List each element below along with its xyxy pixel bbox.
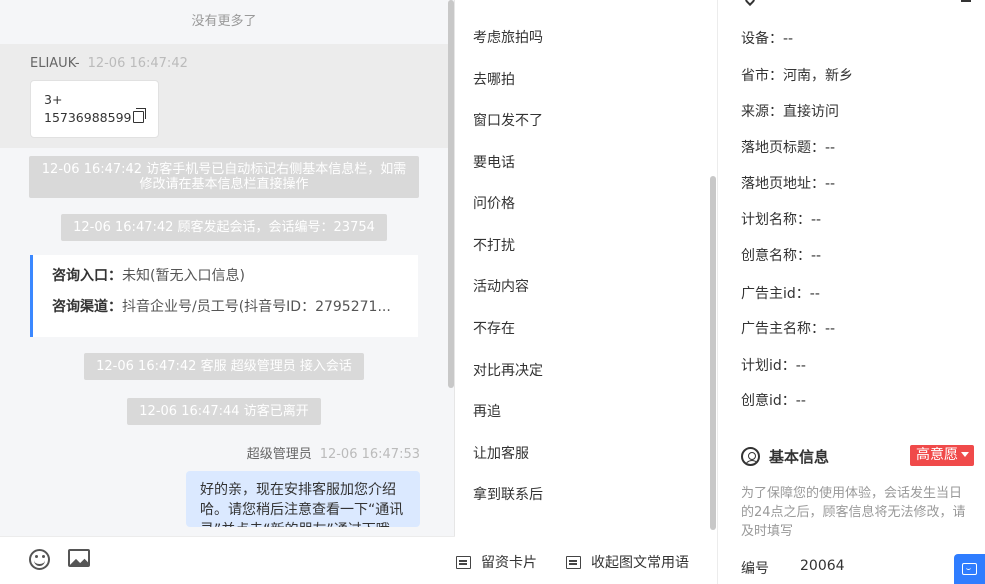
visitor-message-line1: 3+: [44, 92, 63, 107]
consult-channel-label: 咨询渠道：: [52, 299, 122, 315]
phrases-footer: 留资卡片 收起图文常用语: [455, 536, 718, 584]
info-label: 落地页标题：: [741, 140, 825, 156]
consult-entry-row: 咨询入口：未知(暂无入口信息): [52, 267, 398, 285]
visitor-message-bubble: 3+ 15736988599: [30, 80, 160, 138]
floating-chat-button[interactable]: [954, 554, 985, 584]
info-row-province: 省市：河南，新乡: [741, 65, 853, 85]
phrase-item[interactable]: 对比再决定: [473, 360, 543, 380]
lead-card-label: 留资卡片: [481, 555, 537, 571]
info-value: 直接访问: [783, 104, 839, 120]
chat-message-list[interactable]: 没有更多了 ELIAUK- 12-06 16:47:42 3+ 157369885…: [0, 0, 448, 536]
phrase-item[interactable]: 不存在: [473, 318, 515, 338]
chat-scrollbar-thumb[interactable]: [448, 0, 454, 388]
info-label: 落地页地址：: [741, 176, 825, 192]
phrase-item[interactable]: 要电话: [473, 152, 515, 172]
chat-scrollbar[interactable]: [448, 0, 455, 584]
phrase-item[interactable]: 活动内容: [473, 276, 529, 296]
info-label: 创意名称：: [741, 248, 811, 264]
basic-info-heading: 基本信息: [741, 446, 829, 467]
info-row-creative-name: 创意名称：--: [741, 245, 821, 265]
collapse-phrases-icon: [566, 556, 581, 569]
quick-phrases-panel: 考虑旅拍吗 去哪拍 窗口发不了 要电话 问价格 不打扰 活动内容 不存在 对比再…: [455, 0, 718, 584]
record-id-label: 编号: [741, 561, 769, 577]
image-icon[interactable]: [68, 549, 90, 567]
basic-info-title: 基本信息: [769, 448, 830, 466]
consult-entry-label: 咨询入口：: [52, 268, 122, 284]
info-row-plan-id: 计划id：--: [741, 355, 806, 375]
info-label: 广告主名称：: [741, 321, 825, 337]
collapse-icon[interactable]: [961, 0, 971, 2]
intent-level-dropdown[interactable]: 高意愿: [910, 445, 974, 466]
info-label: 计划名称：: [741, 212, 811, 228]
edit-deadline-hint: 为了保障您的使用体验，会话发生当日的24点之后，顾客信息将无法修改，请及时填写: [741, 486, 966, 539]
agent-message-bubble: 好的亲，现在安排客服加您介绍哈。请您稍后注意查看一下“通讯录”并点击“新的朋友”…: [186, 471, 420, 527]
system-message-phone-marked: 12-06 16:47:42 访客手机号已自动标记右侧基本信息栏，如需修改请在基…: [29, 156, 419, 198]
consult-channel-row: 咨询渠道：抖音企业号/员工号(抖音号ID：2795271...: [52, 298, 398, 316]
info-label: 来源：: [741, 104, 783, 120]
info-value: --: [811, 248, 822, 264]
intent-level-label: 高意愿: [916, 447, 958, 463]
collapse-phrases-button[interactable]: 收起图文常用语: [566, 552, 689, 572]
phrase-item[interactable]: 让加客服: [473, 443, 529, 463]
info-value: --: [783, 31, 794, 47]
info-label: 省市：: [741, 68, 783, 84]
lead-card-button[interactable]: 留资卡片: [456, 552, 537, 572]
info-row-plan-name: 计划名称：--: [741, 209, 821, 229]
info-value: --: [795, 393, 806, 409]
info-label: 创意id：: [741, 393, 796, 409]
visitor-message-meta: ELIAUK- 12-06 16:47:42: [30, 56, 418, 71]
info-value: --: [809, 286, 820, 302]
info-value: --: [825, 321, 836, 337]
system-message-visitor-left: 12-06 16:47:44 访客已离开: [127, 398, 321, 425]
caret-down-icon: [961, 452, 969, 457]
info-value: 河南，新乡: [783, 68, 853, 84]
info-value: --: [795, 358, 806, 374]
system-message-session-start: 12-06 16:47:42 顾客发起会话，会话编号：23754: [61, 214, 387, 241]
consult-info-card: 咨询入口：未知(暂无入口信息) 咨询渠道：抖音企业号/员工号(抖音号ID：279…: [30, 255, 418, 337]
lead-card-icon: [456, 556, 471, 569]
chat-panel: 没有更多了 ELIAUK- 12-06 16:47:42 3+ 157369885…: [0, 0, 455, 584]
copy-icon[interactable]: [133, 108, 147, 123]
location-icon: [742, 0, 758, 7]
info-row-landing-title: 落地页标题：--: [741, 137, 835, 157]
system-message-agent-join: 12-06 16:47:42 客服 超级管理员 接入会话: [84, 353, 364, 380]
phrase-item[interactable]: 考虑旅拍吗: [473, 27, 543, 47]
emoji-icon[interactable]: [29, 549, 50, 570]
info-row-landing-url: 落地页地址：--: [741, 173, 835, 193]
phrase-item[interactable]: 窗口发不了: [473, 110, 543, 130]
consult-channel-value: 抖音企业号/员工号(抖音号ID：2795271...: [122, 299, 391, 315]
phrase-item[interactable]: 去哪拍: [473, 69, 515, 89]
info-label: 计划id：: [741, 358, 796, 374]
visitor-message-time: 12-06 16:47:42: [87, 56, 188, 71]
info-value: --: [825, 140, 836, 156]
agent-name: 超级管理员: [246, 447, 312, 462]
phrase-item[interactable]: 拿到联系后: [473, 484, 543, 504]
info-row-source: 来源：直接访问: [741, 101, 839, 121]
visitor-message-phone: 15736988599: [44, 110, 132, 125]
info-label: 广告主id：: [741, 286, 810, 302]
info-label: 设备：: [741, 31, 783, 47]
phrases-scrollbar-thumb[interactable]: [710, 176, 716, 530]
phrase-item[interactable]: 不打扰: [473, 235, 515, 255]
info-row-device: 设备：--: [741, 28, 793, 48]
composer-toolbar: [0, 536, 455, 584]
agent-message-meta: 超级管理员 12-06 16:47:53: [0, 443, 448, 462]
info-value: --: [825, 176, 836, 192]
consult-entry-value: 未知(暂无入口信息): [122, 268, 245, 284]
info-row-advertiser-id: 广告主id：--: [741, 283, 820, 303]
info-row-creative-id: 创意id：--: [741, 390, 806, 410]
collapse-phrases-label: 收起图文常用语: [591, 555, 689, 571]
record-id-value: 20064: [800, 558, 845, 574]
phrase-item[interactable]: 再追: [473, 401, 501, 421]
no-more-label: 没有更多了: [191, 14, 257, 29]
user-circle-icon: [741, 447, 760, 466]
phrase-item[interactable]: 问价格: [473, 193, 515, 213]
agent-message-time: 12-06 16:47:53: [319, 447, 420, 462]
visitor-info-panel: 设备：-- 省市：河南，新乡 来源：直接访问 落地页标题：-- 落地页地址：--…: [718, 0, 985, 584]
info-value: --: [811, 212, 822, 228]
info-row-advertiser-name: 广告主名称：--: [741, 318, 835, 338]
visitor-message: ELIAUK- 12-06 16:47:42 3+ 15736988599: [0, 44, 448, 148]
visitor-name: ELIAUK-: [30, 56, 80, 71]
